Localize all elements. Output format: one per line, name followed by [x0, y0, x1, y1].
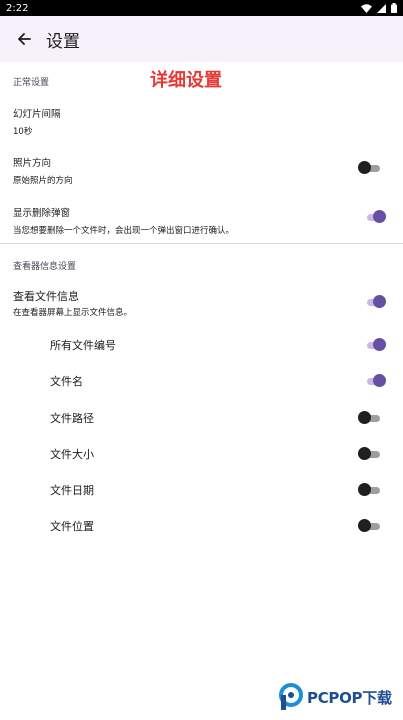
- wifi-icon: [361, 3, 372, 13]
- overlay-caption: 详细设置: [150, 70, 222, 91]
- section-header-general: 正常设置: [13, 78, 50, 88]
- switch-thumb: [358, 447, 371, 460]
- back-button[interactable]: [5, 20, 43, 58]
- status-bar: 2:22: [0, 0, 403, 16]
- pref-summary: 原始照片的方向: [13, 176, 73, 186]
- switch-thumb: [373, 338, 386, 351]
- switch-photo-orientation[interactable]: [358, 161, 382, 175]
- pref-title: 查看文件信息: [13, 290, 79, 303]
- pref-file-location[interactable]: 文件位置: [50, 518, 94, 534]
- status-icons: [361, 3, 397, 13]
- switch-file-path[interactable]: [358, 411, 382, 425]
- switch-thumb: [358, 161, 371, 174]
- pref-view-file-info[interactable]: 查看文件信息 在查看器屏幕上显示文件信息。: [13, 288, 391, 318]
- status-time: 2:22: [6, 2, 29, 14]
- pref-title: 幻灯片间隔: [13, 109, 61, 120]
- battery-icon: [391, 3, 397, 13]
- switch-file-date[interactable]: [358, 483, 382, 497]
- pref-file-path[interactable]: 文件路径: [50, 410, 94, 426]
- switch-view-file-info[interactable]: [363, 295, 387, 309]
- switch-delete-popup[interactable]: [363, 210, 387, 224]
- pcpop-logo-icon: [279, 683, 303, 710]
- watermark: PCPOP下载: [278, 683, 392, 711]
- pref-slideshow-interval[interactable]: 幻灯片间隔 10秒: [13, 106, 391, 137]
- switch-thumb: [373, 295, 386, 308]
- switch-thumb: [373, 210, 386, 223]
- pref-file-date[interactable]: 文件日期: [50, 482, 94, 498]
- switch-thumb: [373, 374, 386, 387]
- app-bar: 设置: [0, 16, 403, 62]
- switch-all-file-number[interactable]: [363, 338, 387, 352]
- pref-photo-orientation[interactable]: 照片方向 原始照片的方向: [13, 155, 391, 186]
- pref-title: 照片方向: [13, 158, 52, 169]
- switch-file-name[interactable]: [363, 374, 387, 388]
- section-divider: [0, 243, 403, 244]
- signal-icon: [377, 3, 386, 13]
- pref-title: 显示删除弹窗: [13, 208, 71, 219]
- pref-file-size[interactable]: 文件大小: [50, 446, 94, 462]
- arrow-left-icon: [18, 33, 31, 45]
- switch-file-size[interactable]: [358, 447, 382, 461]
- switch-thumb: [358, 411, 371, 424]
- section-header-viewer: 查看器信息设置: [13, 262, 77, 272]
- pref-summary: 当您想要删除一个文件时，会出现一个弹出窗口进行确认。: [13, 226, 235, 236]
- switch-thumb: [358, 519, 371, 532]
- pref-summary: 在查看器屏幕上显示文件信息。: [13, 308, 133, 318]
- page-title: 设置: [46, 31, 80, 52]
- watermark-text: PCPOP下载: [307, 688, 392, 707]
- switch-thumb: [358, 483, 371, 496]
- pref-file-name[interactable]: 文件名: [50, 373, 83, 389]
- switch-file-location[interactable]: [358, 519, 382, 533]
- pref-delete-popup[interactable]: 显示删除弹窗 当您想要删除一个文件时，会出现一个弹出窗口进行确认。: [13, 205, 391, 236]
- pref-summary: 10秒: [13, 127, 33, 137]
- pref-all-file-number[interactable]: 所有文件编号: [50, 337, 116, 353]
